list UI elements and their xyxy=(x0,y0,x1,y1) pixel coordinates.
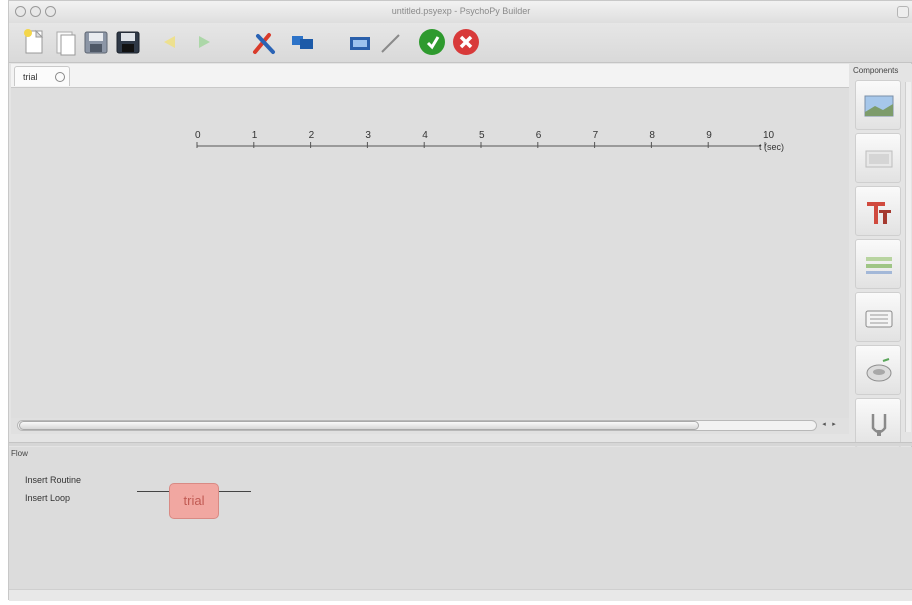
psychopy-builder-window: untitled.psyexp - PsychoPy Builder trial… xyxy=(8,0,912,601)
status-bar xyxy=(9,589,912,601)
routine-canvas[interactable]: 0 1 2 3 4 5 6 7 8 9 10 t (sec) xyxy=(11,88,849,418)
keyboard-component-button[interactable] xyxy=(855,292,901,342)
stop-button[interactable] xyxy=(451,27,481,57)
flow-panel: Flow Insert Routine Insert Loop trial xyxy=(9,447,912,589)
sound-component-icon xyxy=(871,414,887,436)
scroll-left-arrow-icon[interactable]: ◂ xyxy=(819,420,829,431)
scroll-right-arrow-icon[interactable]: ▸ xyxy=(829,420,839,431)
text-component-icon xyxy=(867,202,891,224)
run-button[interactable] xyxy=(417,27,447,57)
save-button[interactable] xyxy=(81,27,111,57)
timeline: 0 1 2 3 4 5 6 7 8 9 10 t (sec) xyxy=(195,130,784,152)
image-component-button[interactable] xyxy=(855,80,901,130)
compile-script-button[interactable] xyxy=(375,27,405,57)
mouse-component-button[interactable] xyxy=(855,345,901,395)
title-bar: untitled.psyexp - PsychoPy Builder xyxy=(9,1,912,23)
experiment-settings-button[interactable] xyxy=(345,27,375,57)
timeline-tick-label: 9 xyxy=(706,130,712,141)
tab-label: trial xyxy=(23,72,38,82)
stop-red-icon xyxy=(453,29,479,55)
horizontal-scrollbar[interactable]: ◂ ▸ xyxy=(17,419,841,431)
toolbar xyxy=(9,23,912,63)
scrollbar-thumb[interactable] xyxy=(19,421,699,430)
panel-splitter[interactable] xyxy=(9,442,912,446)
open-file-button[interactable] xyxy=(51,27,81,57)
components-list xyxy=(855,80,903,451)
components-title: Components xyxy=(853,66,899,75)
insert-loop-button[interactable]: Insert Loop xyxy=(25,493,70,503)
patch-component-button[interactable] xyxy=(855,239,901,289)
movie-component-icon xyxy=(865,150,893,168)
window-title: untitled.psyexp - PsychoPy Builder xyxy=(391,6,531,16)
timeline-ticks: 0 1 2 3 4 5 6 7 8 9 10 xyxy=(195,130,775,148)
monitors-icon xyxy=(292,36,313,49)
components-panel: Components xyxy=(851,64,912,448)
timeline-unit-label: t (sec) xyxy=(759,142,784,152)
toolbar-toggle-button[interactable] xyxy=(897,6,909,18)
components-scrollbar[interactable] xyxy=(905,82,911,432)
tab-trial[interactable]: trial xyxy=(14,66,70,86)
text-component-button[interactable] xyxy=(855,186,901,236)
redo-button[interactable] xyxy=(189,27,219,57)
undo-arrow-icon xyxy=(164,36,175,48)
tools-icon xyxy=(253,33,275,54)
movie-component-button[interactable] xyxy=(855,133,901,183)
timeline-tick-label: 0 xyxy=(195,130,201,141)
timeline-tick-label: 5 xyxy=(479,130,485,141)
sound-component-button[interactable] xyxy=(855,398,901,448)
monitor-center-button[interactable] xyxy=(287,27,317,57)
timeline-tick-label: 6 xyxy=(536,130,542,141)
keyboard-component-icon xyxy=(865,310,893,328)
routine-tab-bar: trial xyxy=(11,64,849,88)
timeline-tick-label: 4 xyxy=(422,130,428,141)
save-disk-icon xyxy=(84,31,108,54)
compile-script-icon xyxy=(381,34,400,53)
new-document-icon xyxy=(24,29,44,54)
undo-button[interactable] xyxy=(155,27,185,57)
preferences-button[interactable] xyxy=(249,27,279,57)
save-as-disk-icon xyxy=(116,31,140,54)
open-document-icon xyxy=(56,31,76,56)
settings-monitor-icon xyxy=(350,37,370,50)
timeline-tick-label: 7 xyxy=(593,130,599,141)
timeline-tick-label: 8 xyxy=(649,130,655,141)
timeline-tick-label: 3 xyxy=(365,130,371,141)
timeline-tick-label: 2 xyxy=(309,130,315,141)
patch-component-icon xyxy=(866,257,892,274)
routine-panel: trial 0 1 2 3 4 5 6 7 8 9 10 t (sec) ◂ ▸ xyxy=(11,64,849,434)
flow-routine-trial[interactable]: trial xyxy=(169,483,219,519)
close-tab-icon[interactable] xyxy=(55,72,65,82)
timeline-tick-label: 10 xyxy=(763,130,775,141)
image-component-icon xyxy=(864,95,894,117)
flow-title: Flow xyxy=(11,449,28,458)
redo-arrow-icon xyxy=(199,36,210,48)
dots-component-icon xyxy=(866,358,892,382)
save-as-button[interactable] xyxy=(113,27,143,57)
new-file-button[interactable] xyxy=(19,27,49,57)
timeline-tick-label: 1 xyxy=(252,130,258,141)
insert-routine-button[interactable]: Insert Routine xyxy=(25,475,81,485)
run-green-icon xyxy=(419,29,445,55)
